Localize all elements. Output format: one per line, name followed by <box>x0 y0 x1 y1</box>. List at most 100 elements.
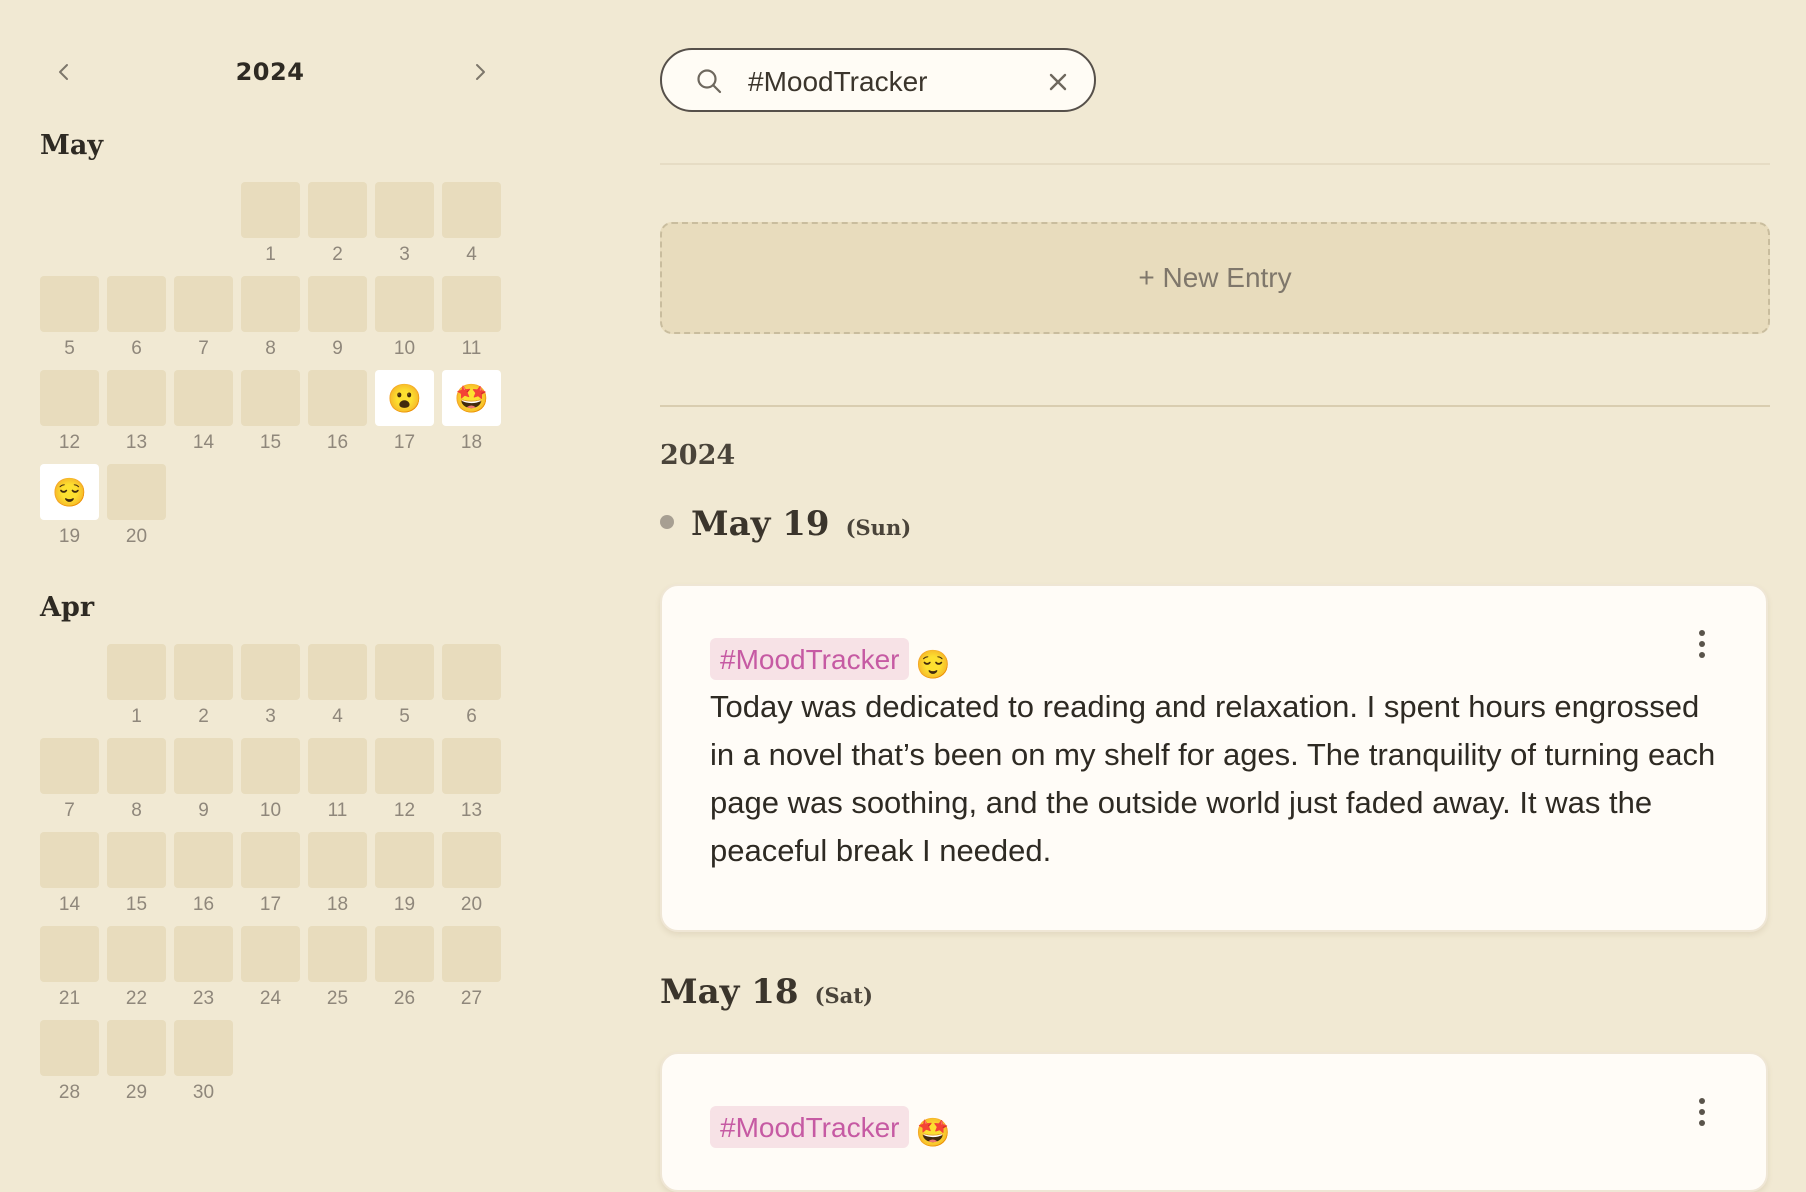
day-number: 12 <box>58 432 81 453</box>
day-tile[interactable] <box>107 464 166 520</box>
day-tile[interactable] <box>442 644 501 700</box>
day-tile[interactable] <box>174 832 233 888</box>
entry-text: Today was dedicated to reading and relax… <box>710 689 1716 869</box>
day-number: 19 <box>58 526 81 547</box>
day-tile[interactable] <box>107 832 166 888</box>
day-tile[interactable] <box>40 738 99 794</box>
day-number: 3 <box>265 706 276 727</box>
empty-day-slot <box>40 182 99 276</box>
day-number: 15 <box>259 432 282 453</box>
day-tile[interactable] <box>308 182 367 238</box>
hashtag-chip[interactable]: #MoodTracker <box>710 1106 910 1148</box>
day-number: 25 <box>326 988 349 1009</box>
day-tile[interactable] <box>308 370 367 426</box>
day-number: 19 <box>393 894 416 915</box>
day-tile[interactable] <box>40 370 99 426</box>
day-mood-tile[interactable]: 😮 <box>375 370 434 426</box>
calendar-day: 6 <box>107 276 166 370</box>
day-tile[interactable] <box>442 926 501 982</box>
day-tile[interactable] <box>174 644 233 700</box>
day-number: 24 <box>259 988 282 1009</box>
calendar-day: 18 <box>308 832 367 926</box>
day-tile[interactable] <box>40 832 99 888</box>
day-tile[interactable] <box>375 738 434 794</box>
day-tile[interactable] <box>107 644 166 700</box>
calendar-day: 12 <box>375 738 434 832</box>
day-tile[interactable] <box>174 926 233 982</box>
day-tile[interactable] <box>241 832 300 888</box>
day-tile[interactable] <box>241 926 300 982</box>
day-tile[interactable] <box>40 926 99 982</box>
entry-card[interactable]: #MoodTracker 🤩 <box>660 1052 1768 1192</box>
day-tile[interactable] <box>241 644 300 700</box>
calendar-day: 3 <box>375 182 434 276</box>
day-tile[interactable] <box>174 1020 233 1076</box>
day-number: 13 <box>460 800 483 821</box>
day-number: 27 <box>460 988 483 1009</box>
day-tile[interactable] <box>375 926 434 982</box>
day-tile[interactable] <box>241 738 300 794</box>
next-year-button[interactable] <box>460 52 500 92</box>
day-number: 11 <box>461 338 482 359</box>
day-tile[interactable] <box>107 276 166 332</box>
day-number: 14 <box>58 894 81 915</box>
day-tile[interactable] <box>174 738 233 794</box>
day-number: 2 <box>332 244 343 265</box>
day-tile[interactable] <box>241 182 300 238</box>
empty-day-slot <box>174 182 233 276</box>
day-tile[interactable] <box>442 738 501 794</box>
day-tile[interactable] <box>174 370 233 426</box>
day-tile[interactable] <box>308 738 367 794</box>
day-tile[interactable] <box>241 276 300 332</box>
day-tile[interactable] <box>107 1020 166 1076</box>
day-tile[interactable] <box>107 370 166 426</box>
mood-emoji: 🤩 <box>915 1117 951 1149</box>
day-mood-tile[interactable]: 😌 <box>40 464 99 520</box>
calendar-day: 10 <box>375 276 434 370</box>
mood-emoji: 😌 <box>915 649 951 681</box>
day-tile[interactable] <box>375 182 434 238</box>
day-tile[interactable] <box>308 832 367 888</box>
calendar-day: 28 <box>40 1020 99 1114</box>
day-tile[interactable] <box>107 926 166 982</box>
day-number: 8 <box>131 800 142 821</box>
day-tile[interactable] <box>107 738 166 794</box>
calendar-day: 13 <box>107 370 166 464</box>
calendar-day: 30 <box>174 1020 233 1114</box>
journal-main: + New Entry 2024 May 19 (Sun) #MoodTrack… <box>660 0 1770 1192</box>
calendar-day: 24 <box>241 926 300 1020</box>
entry-date: May 18 <box>660 972 799 1012</box>
day-tile[interactable] <box>308 644 367 700</box>
clear-search-icon[interactable] <box>1046 70 1070 94</box>
day-tile[interactable] <box>375 644 434 700</box>
day-tile[interactable] <box>442 276 501 332</box>
day-number: 10 <box>259 800 282 821</box>
more-options-icon[interactable] <box>1696 630 1708 666</box>
entry-weekday: (Sun) <box>845 515 912 540</box>
day-tile[interactable] <box>375 832 434 888</box>
more-options-icon[interactable] <box>1696 1098 1708 1134</box>
day-tile[interactable] <box>40 1020 99 1076</box>
day-tile[interactable] <box>442 832 501 888</box>
day-heading: May 18 (Sat) <box>660 972 873 1012</box>
search-input[interactable] <box>746 62 1030 102</box>
entry-card[interactable]: #MoodTracker 😌 Today was dedicated to rea… <box>660 584 1768 932</box>
day-number: 16 <box>192 894 215 915</box>
calendar-day: 2 <box>308 182 367 276</box>
day-tile[interactable] <box>308 926 367 982</box>
day-number: 15 <box>125 894 148 915</box>
calendar-day: 19 <box>375 832 434 926</box>
day-number: 9 <box>198 800 209 821</box>
calendar-day: 5 <box>375 644 434 738</box>
hashtag-chip[interactable]: #MoodTracker <box>710 638 910 680</box>
day-number: 18 <box>460 432 483 453</box>
day-tile[interactable] <box>241 370 300 426</box>
new-entry-button[interactable]: + New Entry <box>660 222 1770 334</box>
day-tile[interactable] <box>442 182 501 238</box>
day-tile[interactable] <box>40 276 99 332</box>
day-tile[interactable] <box>375 276 434 332</box>
day-tile[interactable] <box>174 276 233 332</box>
day-mood-tile[interactable]: 🤩 <box>442 370 501 426</box>
day-number: 11 <box>327 800 348 821</box>
day-tile[interactable] <box>308 276 367 332</box>
